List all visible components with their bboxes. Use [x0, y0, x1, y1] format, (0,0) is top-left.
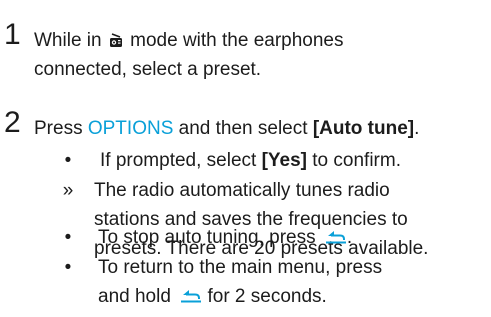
step-text: Press OPTIONS and then select [Auto tune… [34, 114, 490, 143]
sub-text-part: To stop auto tuning, press [98, 227, 316, 248]
sub-item-return: • To return to the main menu, press and … [34, 253, 490, 313]
sub-line: To return to the main menu, press [98, 257, 383, 278]
yes-keyword: [Yes] [261, 150, 307, 171]
step-text-part: . [414, 118, 420, 139]
step-text-part: and then select [178, 118, 308, 139]
step-text-part: While in [34, 30, 102, 51]
radio-mode-icon [109, 28, 123, 47]
sub-text-part: . [346, 227, 353, 248]
sub-line: and hold for 2 seconds. [98, 282, 491, 311]
step-text: While in mode with the earphones connect… [34, 26, 490, 84]
options-keyword: OPTIONS [87, 118, 174, 139]
step-line: connected, select a preset. [34, 59, 262, 80]
sub-text-part: If prompted, select [100, 150, 257, 171]
sub-text: To stop auto tuning, press . [98, 223, 491, 252]
back-arrow-icon [325, 224, 347, 244]
sub-item-stop: • To stop auto tuning, press . [34, 223, 490, 252]
step-text-part: Press [34, 118, 83, 139]
sub-text: To return to the main menu, press and ho… [98, 253, 491, 311]
step-line: While in mode with the earphones [34, 26, 490, 55]
sub-text-part: for 2 seconds. [207, 286, 327, 307]
sub-line: The radio automatically tunes radio [94, 180, 390, 201]
sub-text: If prompted, select [Yes] to confirm. [100, 146, 491, 175]
back-arrow-icon [180, 283, 202, 303]
bullet: • [64, 150, 72, 171]
step-text-part: mode with the earphones [130, 30, 344, 51]
step-number: 2 [4, 106, 21, 139]
result-marker: » [62, 180, 74, 201]
bullet: • [64, 257, 72, 278]
bullet: • [64, 227, 72, 248]
sub-text-part: and hold [98, 286, 171, 307]
step-number: 1 [4, 18, 21, 51]
sub-item-prompt: • If prompted, select [Yes] to confirm. [34, 146, 490, 175]
auto-tune-keyword: [Auto tune] [312, 118, 415, 139]
sub-text-part: to confirm. [312, 150, 401, 171]
